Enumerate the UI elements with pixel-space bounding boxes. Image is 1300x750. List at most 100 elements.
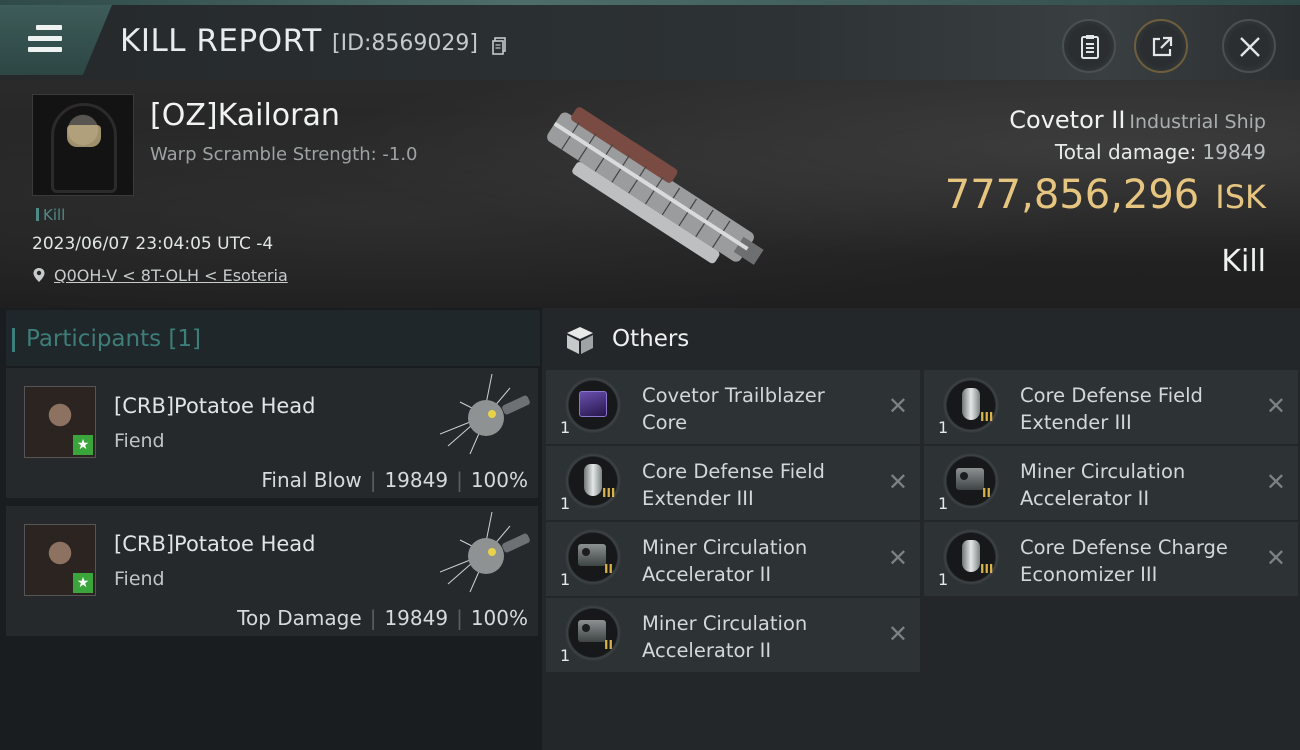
participant-ship: Fiend: [114, 430, 165, 452]
item-name: Core Defense Charge Economizer III: [1020, 536, 1228, 586]
victim-summary: [OZ]Kailoran Warp Scramble Strength: -1.…: [0, 80, 1300, 308]
participant-stats: Top Damage | 19849 | 100%: [237, 606, 528, 630]
participant-avatar: ★: [24, 386, 96, 458]
destroyed-x-icon: ✕: [887, 620, 908, 648]
close-icon: [1240, 37, 1260, 57]
shield-module-icon: III: [942, 528, 1000, 586]
shield-module-icon: III: [564, 452, 622, 510]
kill-result: Kill: [1221, 244, 1266, 279]
item-quantity: 1: [938, 418, 949, 437]
clipboard-button[interactable]: [1062, 19, 1116, 73]
close-button[interactable]: [1222, 19, 1276, 73]
isk-amount: 777,856,296: [944, 172, 1200, 218]
dropped-item[interactable]: II 1 Miner Circulation Accelerator II ✕: [546, 522, 920, 596]
item-quantity: 1: [560, 646, 571, 665]
total-damage-label: Total damage:: [1054, 140, 1197, 164]
isk-currency: ISK: [1215, 178, 1266, 216]
participant-ship-image: [440, 512, 530, 593]
page-title: KILL REPORT: [120, 23, 322, 59]
tier-badge: II: [604, 638, 613, 652]
item-quantity: 1: [938, 570, 949, 589]
destroyed-x-icon: ✕: [1265, 544, 1286, 572]
item-name: Core Defense Field Extender III: [642, 460, 825, 510]
mining-module-icon: II: [564, 528, 622, 586]
participant-ship-image: [440, 374, 530, 455]
kill-tag: Kill: [36, 206, 65, 224]
tier-badge: II: [604, 562, 613, 576]
item-quantity: 1: [560, 570, 571, 589]
item-name: Miner Circulation Accelerator II: [642, 536, 808, 586]
others-header: Others: [564, 324, 689, 360]
clipboard-icon: [1081, 35, 1099, 59]
tier-badge: II: [982, 486, 991, 500]
destroyed-x-icon: ✕: [887, 468, 908, 496]
participant-row[interactable]: ★ [CRB]Potatoe Head Fiend Final Blow | 198…: [6, 368, 538, 498]
purple-core-icon: [564, 376, 622, 434]
star-icon: ★: [73, 435, 93, 455]
mining-module-icon: II: [564, 604, 622, 662]
ship-class: Industrial Ship: [1129, 111, 1266, 133]
participant-row[interactable]: ★ [CRB]Potatoe Head Fiend Top Damage | 198…: [6, 506, 538, 636]
dropped-item[interactable]: II 1 Miner Circulation Accelerator II ✕: [924, 446, 1298, 520]
victim-avatar[interactable]: [32, 94, 134, 196]
others-panel: Others 1 Covetor Trailblazer Core ✕ III …: [542, 308, 1300, 750]
dropped-item[interactable]: 1 Covetor Trailblazer Core ✕: [546, 370, 920, 444]
kill-datetime: 2023/06/07 23:04:05 UTC -4: [32, 234, 274, 254]
dropped-item[interactable]: III 1 Core Defense Field Extender III ✕: [546, 446, 920, 520]
destroyed-x-icon: ✕: [887, 544, 908, 572]
participants-panel: Participants [1] ★ [CRB]Potatoe Head Fie…: [0, 308, 542, 750]
item-name: Core Defense Field Extender III: [1020, 384, 1203, 434]
participant-ship: Fiend: [114, 568, 165, 590]
location-text: Q0OH-V < 8T-OLH < Esoteria: [54, 266, 288, 285]
destroyed-x-icon: ✕: [887, 392, 908, 420]
item-name: Miner Circulation Accelerator II: [1020, 460, 1186, 510]
participant-stats: Final Blow | 19849 | 100%: [261, 468, 528, 492]
share-button[interactable]: [1134, 19, 1188, 73]
participant-damage: 19849: [384, 606, 449, 630]
share-icon: [1152, 36, 1173, 57]
destroyed-x-icon: ✕: [1265, 468, 1286, 496]
location-pin-icon: [33, 268, 45, 282]
total-damage: Total damage: 19849: [1055, 140, 1266, 164]
item-quantity: 1: [938, 494, 949, 513]
copy-icon[interactable]: [492, 37, 506, 55]
victim-name[interactable]: [OZ]Kailoran: [150, 98, 340, 133]
item-name: Covetor Trailblazer Core: [642, 384, 825, 434]
warp-scramble-strength: Warp Scramble Strength: -1.0: [150, 144, 418, 165]
shield-module-icon: III: [942, 376, 1000, 434]
participant-name: [CRB]Potatoe Head: [114, 532, 316, 556]
participant-percent: 100%: [470, 606, 528, 630]
mining-module-icon: II: [942, 452, 1000, 510]
hamburger-icon: [28, 25, 62, 53]
item-name: Miner Circulation Accelerator II: [642, 612, 808, 662]
ship-title: Covetor II Industrial Ship: [1009, 106, 1266, 134]
isk-value: 777,856,296 ISK: [945, 172, 1266, 218]
participant-damage: 19849: [384, 468, 449, 492]
header-bar: KILL REPORT [ID:8569029]: [0, 5, 1300, 80]
participants-header[interactable]: Participants [1]: [6, 310, 540, 366]
menu-button[interactable]: [0, 5, 112, 75]
participant-name: [CRB]Potatoe Head: [114, 394, 316, 418]
participant-percent: 100%: [470, 468, 528, 492]
ship-name[interactable]: Covetor II: [1009, 106, 1125, 134]
victim-ship-image: [547, 107, 764, 265]
dropped-item[interactable]: III 1 Core Defense Field Extender III ✕: [924, 370, 1298, 444]
participants-label: Participants [1]: [12, 326, 201, 352]
destroyed-x-icon: ✕: [1265, 392, 1286, 420]
kill-location-link[interactable]: Q0OH-V < 8T-OLH < Esoteria: [32, 266, 288, 285]
participant-role: Top Damage: [237, 606, 362, 630]
report-id: [ID:8569029]: [332, 31, 478, 56]
others-label: Others: [612, 326, 690, 352]
item-quantity: 1: [560, 418, 571, 437]
item-quantity: 1: [560, 494, 571, 513]
star-icon: ★: [73, 573, 93, 593]
participant-role: Final Blow: [261, 468, 362, 492]
tier-badge: III: [980, 562, 994, 576]
participant-avatar: ★: [24, 524, 96, 596]
dropped-item[interactable]: II 1 Miner Circulation Accelerator II ✕: [546, 598, 920, 672]
dropped-item[interactable]: III 1 Core Defense Charge Economizer III…: [924, 522, 1298, 596]
cube-icon: [567, 327, 593, 354]
tier-badge: III: [980, 410, 994, 424]
tier-badge: III: [602, 486, 616, 500]
total-damage-value: 19849: [1202, 140, 1266, 164]
